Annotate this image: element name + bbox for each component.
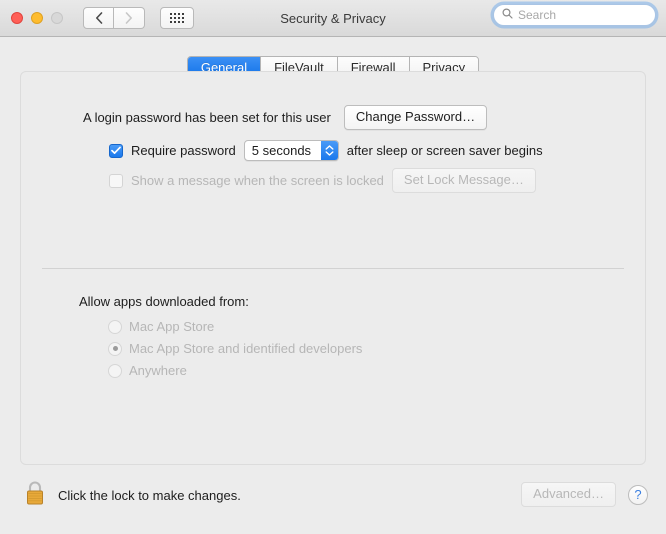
chevron-left-icon <box>95 12 103 24</box>
radio-button <box>108 320 122 334</box>
bottom-right-controls: Advanced… ? <box>521 482 648 507</box>
lock-message-checkbox <box>109 174 123 188</box>
lock-message-label: Show a message when the screen is locked <box>131 173 384 188</box>
window-titlebar: Security & Privacy <box>0 0 666 37</box>
require-password-checkbox[interactable] <box>109 144 123 158</box>
require-password-delay-value: 5 seconds <box>245 141 321 160</box>
traffic-lights <box>11 12 63 24</box>
lock-instruction-text: Click the lock to make changes. <box>58 488 241 503</box>
question-mark-icon: ? <box>634 488 641 501</box>
help-button[interactable]: ? <box>628 485 648 505</box>
back-button[interactable] <box>83 7 114 29</box>
radio-label: Anywhere <box>129 363 187 378</box>
minimize-window-button[interactable] <box>31 12 43 24</box>
lock-closed-icon[interactable] <box>24 479 46 512</box>
lock-message-row: Show a message when the screen is locked… <box>109 168 536 193</box>
radio-anywhere: Anywhere <box>108 363 362 378</box>
radio-label: Mac App Store <box>129 319 214 334</box>
bottom-bar: Click the lock to make changes. Advanced… <box>0 465 666 534</box>
radio-mac-app-store-and-identified-developers: Mac App Store and identified developers <box>108 341 362 356</box>
search-icon <box>502 6 513 24</box>
show-all-button[interactable] <box>160 7 194 29</box>
zoom-window-button <box>51 12 63 24</box>
search-input[interactable] <box>518 8 647 22</box>
allow-apps-radio-group: Mac App Store Mac App Store and identifi… <box>108 319 362 378</box>
require-password-row: Require password 5 seconds after sleep o… <box>109 140 543 161</box>
radio-button <box>108 364 122 378</box>
require-password-delay-popup[interactable]: 5 seconds <box>244 140 339 161</box>
login-password-status-text: A login password has been set for this u… <box>83 110 331 125</box>
section-divider <box>42 268 624 269</box>
radio-button <box>108 342 122 356</box>
search-field[interactable] <box>493 4 656 26</box>
advanced-button: Advanced… <box>521 482 616 507</box>
radio-mac-app-store: Mac App Store <box>108 319 362 334</box>
chevron-right-icon <box>125 12 133 24</box>
set-lock-message-button: Set Lock Message… <box>392 168 536 193</box>
lock-area: Click the lock to make changes. <box>24 479 241 512</box>
navigation-buttons <box>83 7 145 29</box>
change-password-button[interactable]: Change Password… <box>344 105 487 130</box>
general-tab-panel: A login password has been set for this u… <box>20 71 646 465</box>
forward-button <box>114 7 145 29</box>
search-container <box>493 4 656 26</box>
security-privacy-window: Security & Privacy General FileVault Fir… <box>0 0 666 534</box>
require-password-suffix-label: after sleep or screen saver begins <box>347 143 543 158</box>
login-password-row: A login password has been set for this u… <box>83 105 487 130</box>
close-window-button[interactable] <box>11 12 23 24</box>
allow-apps-label: Allow apps downloaded from: <box>79 294 249 309</box>
radio-label: Mac App Store and identified developers <box>129 341 362 356</box>
grid-icon <box>170 13 184 23</box>
chevron-updown-icon <box>321 141 338 160</box>
require-password-label: Require password <box>131 143 236 158</box>
checkmark-icon <box>111 146 121 155</box>
